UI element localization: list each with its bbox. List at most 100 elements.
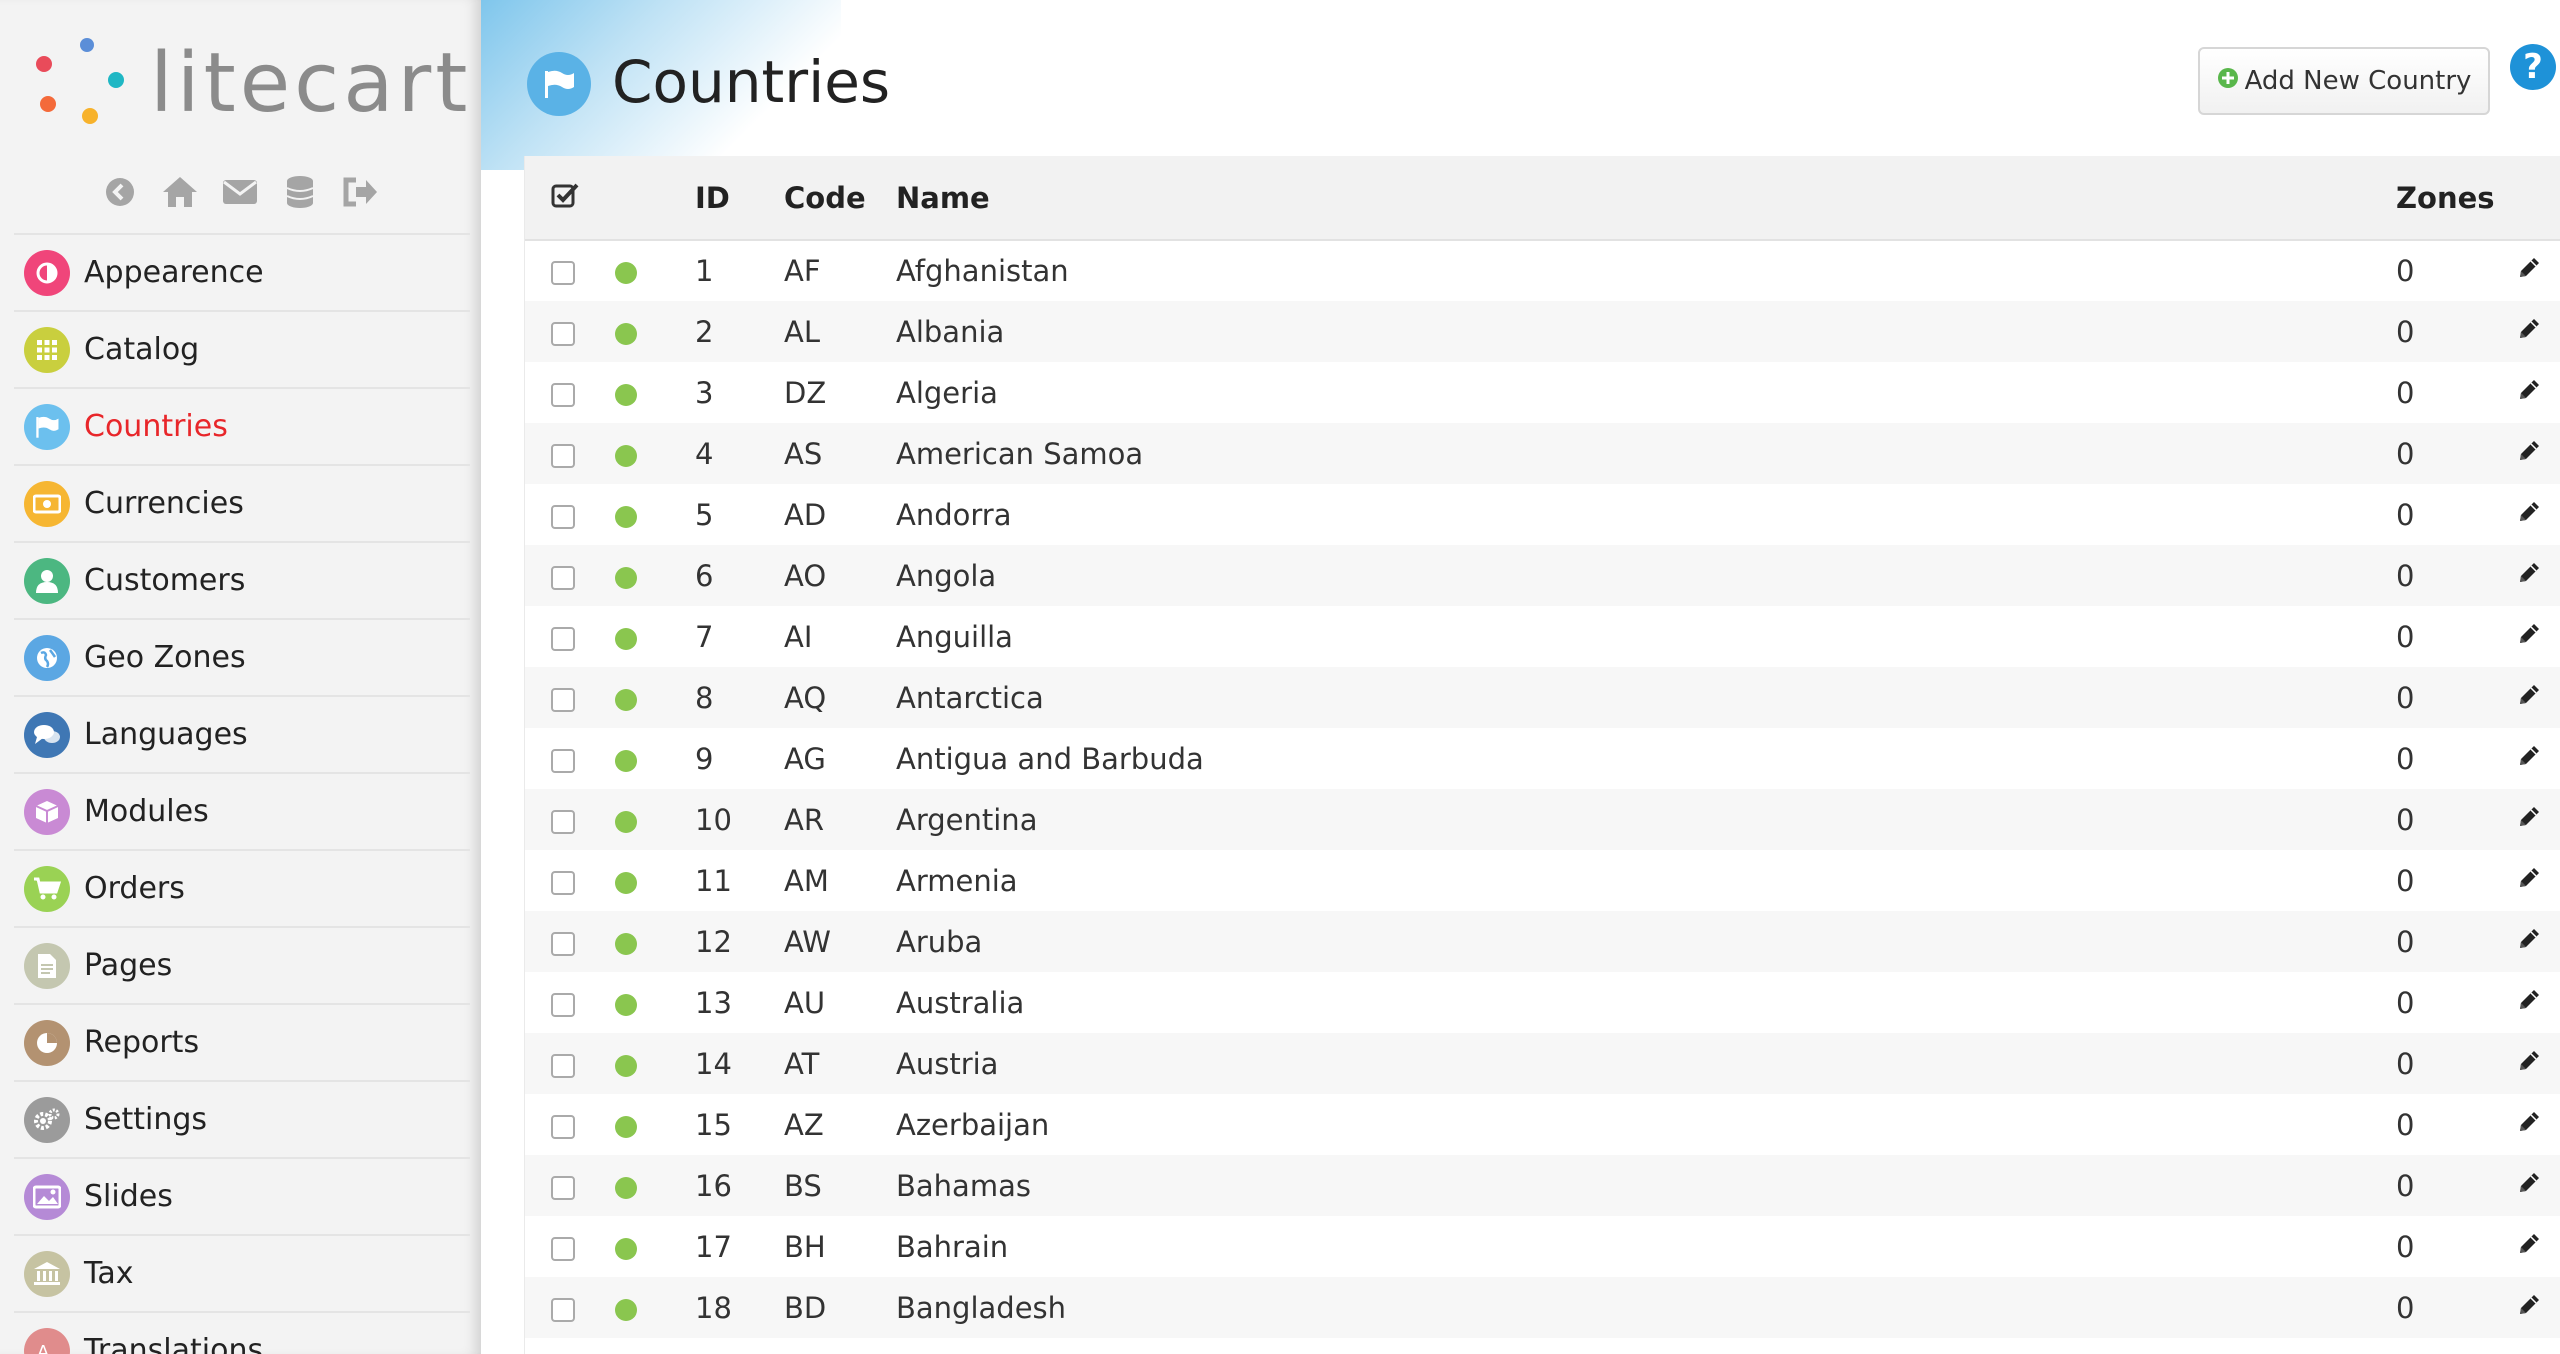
row-name[interactable]: American Samoa [896, 423, 2396, 484]
pencil-icon[interactable] [2516, 864, 2542, 898]
pencil-icon[interactable] [2516, 1108, 2542, 1142]
pencil-icon[interactable] [2516, 1291, 2542, 1325]
select-all-checkbox[interactable] [525, 156, 615, 241]
id-column-header[interactable]: ID [695, 156, 784, 241]
table-row[interactable]: 4 AS American Samoa 0 [525, 423, 2560, 484]
name-column-header[interactable]: Name [896, 156, 2396, 241]
pencil-icon[interactable] [2516, 559, 2542, 593]
table-row[interactable]: 6 AO Angola 0 [525, 545, 2560, 606]
sidebar-item-reports[interactable]: Reports [14, 1003, 470, 1080]
table-row[interactable]: 8 AQ Antarctica 0 [525, 667, 2560, 728]
pencil-icon[interactable] [2516, 254, 2542, 288]
pencil-icon[interactable] [2516, 1047, 2542, 1081]
logout-icon[interactable] [340, 172, 380, 212]
row-checkbox[interactable] [551, 1236, 575, 1261]
pencil-icon[interactable] [2516, 620, 2542, 654]
sidebar-item-catalog[interactable]: Catalog [14, 310, 470, 387]
row-name[interactable]: Albania [896, 301, 2396, 362]
sidebar-item-slides[interactable]: Slides [14, 1157, 470, 1234]
pencil-icon[interactable] [2516, 1230, 2542, 1264]
sidebar-item-geo-zones[interactable]: Geo Zones [14, 618, 470, 695]
table-row[interactable]: 2 AL Albania 0 [525, 301, 2560, 362]
row-name[interactable]: Aruba [896, 911, 2396, 972]
pencil-icon[interactable] [2516, 803, 2542, 837]
table-row[interactable]: 16 BS Bahamas 0 [525, 1155, 2560, 1216]
row-checkbox[interactable] [551, 626, 575, 651]
row-name[interactable]: Armenia [896, 850, 2396, 911]
row-name[interactable]: Australia [896, 972, 2396, 1033]
row-checkbox[interactable] [551, 931, 575, 956]
row-checkbox[interactable] [551, 992, 575, 1017]
add-new-country-button[interactable]: Add New Country [2198, 47, 2490, 115]
sidebar-item-appearence[interactable]: Appearence [14, 233, 470, 310]
row-name[interactable]: Antarctica [896, 667, 2396, 728]
row-name[interactable]: Barbados [896, 1338, 2396, 1354]
row-name[interactable]: Bangladesh [896, 1277, 2396, 1338]
help-icon[interactable]: ? [2510, 44, 2556, 90]
table-row[interactable]: 17 BH Bahrain 0 [525, 1216, 2560, 1277]
row-checkbox[interactable] [551, 748, 575, 773]
sidebar-item-tax[interactable]: Tax [14, 1234, 470, 1311]
row-checkbox[interactable] [551, 382, 575, 407]
row-name[interactable]: Anguilla [896, 606, 2396, 667]
sidebar-item-settings[interactable]: Settings [14, 1080, 470, 1157]
row-name[interactable]: Angola [896, 545, 2396, 606]
table-row[interactable]: 18 BD Bangladesh 0 [525, 1277, 2560, 1338]
sidebar-item-translations[interactable]: A Translations [14, 1311, 470, 1354]
pencil-icon[interactable] [2516, 681, 2542, 715]
table-row[interactable]: 12 AW Aruba 0 [525, 911, 2560, 972]
pencil-icon[interactable] [2516, 376, 2542, 410]
row-checkbox[interactable] [551, 1175, 575, 1200]
sidebar-item-languages[interactable]: Languages [14, 695, 470, 772]
pencil-icon[interactable] [2516, 315, 2542, 349]
code-column-header[interactable]: Code [784, 156, 896, 241]
sidebar-item-modules[interactable]: Modules [14, 772, 470, 849]
row-checkbox[interactable] [551, 870, 575, 895]
row-checkbox[interactable] [551, 443, 575, 468]
table-row[interactable]: 13 AU Australia 0 [525, 972, 2560, 1033]
row-checkbox[interactable] [551, 504, 575, 529]
pencil-icon[interactable] [2516, 437, 2542, 471]
row-name[interactable]: Antigua and Barbuda [896, 728, 2396, 789]
pencil-icon[interactable] [2516, 1169, 2542, 1203]
sidebar-item-currencies[interactable]: Currencies [14, 464, 470, 541]
row-checkbox[interactable] [551, 1053, 575, 1078]
row-name[interactable]: Afghanistan [896, 240, 2396, 301]
sidebar-item-countries[interactable]: Countries [14, 387, 470, 464]
row-name[interactable]: Bahamas [896, 1155, 2396, 1216]
sidebar-item-pages[interactable]: Pages [14, 926, 470, 1003]
pencil-icon[interactable] [2516, 986, 2542, 1020]
row-checkbox[interactable] [551, 321, 575, 346]
litecart-logo[interactable]: litecart [30, 34, 467, 134]
table-row[interactable]: 1 AF Afghanistan 0 [525, 240, 2560, 301]
sidebar-item-orders[interactable]: Orders [14, 849, 470, 926]
pencil-icon[interactable] [2516, 498, 2542, 532]
row-name[interactable]: Andorra [896, 484, 2396, 545]
table-row[interactable]: 11 AM Armenia 0 [525, 850, 2560, 911]
sidebar-item-customers[interactable]: Customers [14, 541, 470, 618]
row-checkbox[interactable] [551, 687, 575, 712]
row-checkbox[interactable] [551, 1297, 575, 1322]
table-row[interactable]: 10 AR Argentina 0 [525, 789, 2560, 850]
row-name[interactable]: Bahrain [896, 1216, 2396, 1277]
row-name[interactable]: Austria [896, 1033, 2396, 1094]
row-name[interactable]: Algeria [896, 362, 2396, 423]
row-checkbox[interactable] [551, 809, 575, 834]
row-name[interactable]: Azerbaijan [896, 1094, 2396, 1155]
row-checkbox[interactable] [551, 565, 575, 590]
row-name[interactable]: Argentina [896, 789, 2396, 850]
row-checkbox[interactable] [551, 1114, 575, 1139]
pencil-icon[interactable] [2516, 742, 2542, 776]
database-icon[interactable] [280, 172, 320, 212]
mail-icon[interactable] [220, 172, 260, 212]
table-row[interactable]: 19BBBarbados0 [525, 1338, 2560, 1354]
back-icon[interactable] [100, 172, 140, 212]
row-checkbox[interactable] [551, 261, 575, 285]
table-row[interactable]: 5 AD Andorra 0 [525, 484, 2560, 545]
table-row[interactable]: 7 AI Anguilla 0 [525, 606, 2560, 667]
table-row[interactable]: 14 AT Austria 0 [525, 1033, 2560, 1094]
home-icon[interactable] [160, 172, 200, 212]
table-row[interactable]: 3 DZ Algeria 0 [525, 362, 2560, 423]
table-row[interactable]: 15 AZ Azerbaijan 0 [525, 1094, 2560, 1155]
table-row[interactable]: 9 AG Antigua and Barbuda 0 [525, 728, 2560, 789]
